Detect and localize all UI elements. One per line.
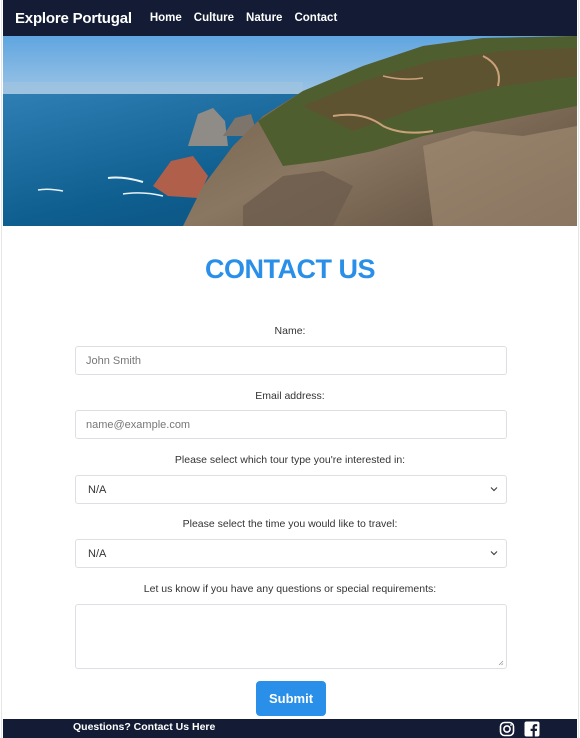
email-label: Email address: <box>255 390 325 402</box>
nav-link-culture[interactable]: Culture <box>194 12 234 24</box>
name-label: Name: <box>274 325 306 337</box>
facebook-icon[interactable] <box>524 721 540 737</box>
questions-label: Let us know if you have any questions or… <box>143 583 437 595</box>
travel-time-value: N/A <box>88 547 107 560</box>
resize-grip-icon[interactable] <box>498 660 504 666</box>
nav-link-nature[interactable]: Nature <box>246 12 282 24</box>
tour-type-select[interactable]: N/A <box>75 475 507 504</box>
questions-textarea[interactable] <box>75 604 507 669</box>
travel-time-select[interactable]: N/A <box>75 539 507 568</box>
travel-time-label: Please select the time you would like to… <box>182 518 398 530</box>
hero-landscape <box>3 36 577 226</box>
hero-image <box>3 36 577 226</box>
chevron-down-icon <box>490 487 498 492</box>
nav-link-home[interactable]: Home <box>150 12 182 24</box>
footer-contact-link[interactable]: Questions? Contact Us Here <box>73 721 215 733</box>
email-input[interactable] <box>75 410 507 439</box>
tour-type-value: N/A <box>88 483 107 496</box>
instagram-icon[interactable] <box>499 721 515 737</box>
submit-button[interactable]: Submit <box>256 681 326 716</box>
nav-link-contact[interactable]: Contact <box>294 12 337 24</box>
navbar: Explore Portugal Home Culture Nature Con… <box>3 0 577 36</box>
footer: Questions? Contact Us Here <box>3 719 577 738</box>
page-title: CONTACT US <box>205 254 376 284</box>
chevron-down-icon <box>490 551 498 556</box>
name-input[interactable] <box>75 346 507 375</box>
brand-logo[interactable]: Explore Portugal <box>15 10 132 27</box>
tour-type-label: Please select which tour type you're int… <box>174 454 406 466</box>
